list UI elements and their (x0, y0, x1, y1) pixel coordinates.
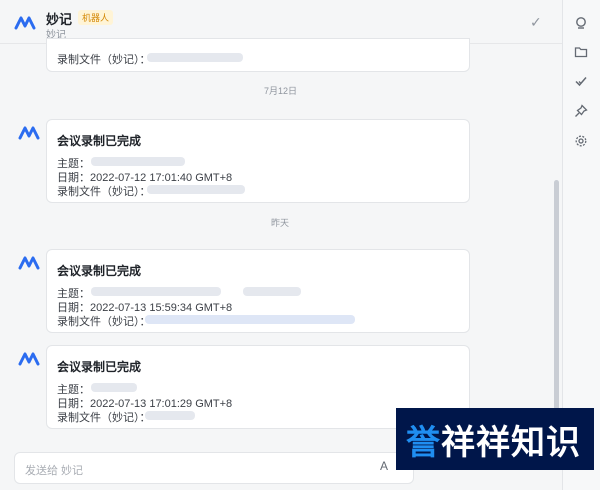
card-title: 会议录制已完成 (57, 360, 142, 374)
brand-logo-text: 誉祥祥知识 (396, 415, 581, 464)
brand-logo-first-char: 誉 (406, 422, 441, 463)
bot-badge: 机器人 (78, 10, 114, 25)
topic-redacted (91, 383, 137, 392)
text-format-button[interactable]: A (380, 459, 388, 473)
file-link-redacted[interactable] (147, 185, 245, 194)
miaoji-avatar-icon[interactable] (18, 124, 40, 142)
message-card[interactable]: 会议录制已完成 主题： 日期：2022-07-13 15:59:34 GMT+8… (46, 249, 470, 333)
message-card[interactable]: 会议录制已完成 主题： 日期：2022-07-12 17:01:40 GMT+8… (46, 119, 470, 203)
gear-icon[interactable] (572, 132, 590, 150)
pin-icon[interactable] (572, 102, 590, 120)
message-input[interactable]: 发送给 妙记 (14, 452, 414, 484)
date-separator: 昨天 (271, 218, 290, 228)
date-separator: 7月12日 (264, 86, 298, 96)
file-label: 录制文件（妙记）： (57, 186, 151, 198)
topic-redacted (91, 157, 185, 166)
card-title: 会议录制已完成 (57, 134, 142, 148)
miaoji-logo-icon (14, 16, 36, 30)
file-link-redacted[interactable] (145, 411, 195, 420)
file-label: 录制文件（妙记）： (57, 54, 151, 66)
topic-redacted (243, 287, 301, 296)
search-icon[interactable] (572, 14, 590, 32)
message-input-placeholder: 发送给 妙记 (25, 465, 84, 477)
miaoji-avatar-icon[interactable] (18, 254, 40, 272)
file-link-redacted[interactable] (145, 315, 355, 324)
brand-logo: 誉祥祥知识 (396, 408, 594, 470)
topic-redacted (91, 287, 221, 296)
file-label: 录制文件（妙记）： (57, 412, 151, 424)
done-check-icon[interactable]: ✓ (530, 14, 546, 30)
chat-scrollbar[interactable] (554, 180, 559, 410)
file-label: 录制文件（妙记）： (57, 316, 151, 328)
folder-icon[interactable] (572, 43, 590, 61)
card-title: 会议录制已完成 (57, 264, 142, 278)
file-link-redacted[interactable] (147, 53, 243, 62)
check-icon[interactable] (572, 72, 590, 90)
message-card-partial[interactable]: 录制文件（妙记）： (46, 38, 470, 72)
miaoji-avatar-icon[interactable] (18, 350, 40, 368)
brand-logo-rest: 祥祥知识 (441, 422, 581, 463)
